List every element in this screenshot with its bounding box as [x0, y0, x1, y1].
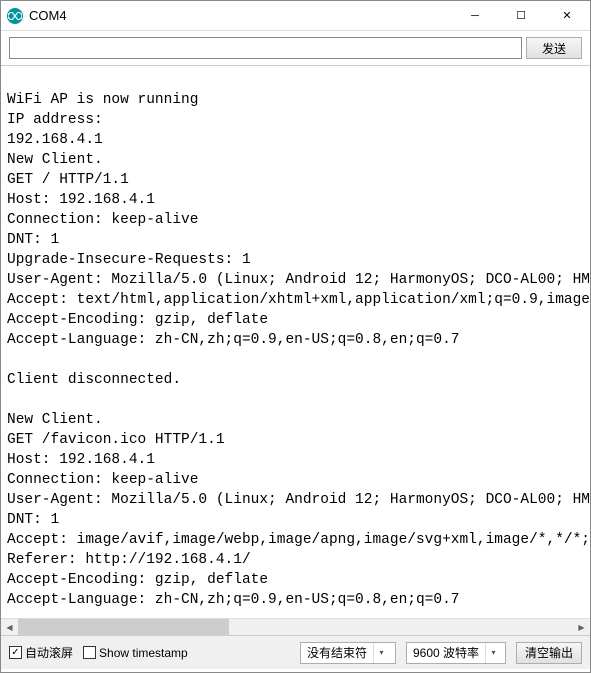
serial-input[interactable] — [9, 37, 522, 59]
close-button[interactable]: ✕ — [544, 1, 590, 30]
checkbox-icon — [83, 646, 96, 659]
baud-rate-value: 9600 波特率 — [413, 644, 479, 661]
arduino-app-icon — [7, 8, 23, 24]
baud-rate-select[interactable]: 9600 波特率 ▾ — [406, 642, 506, 664]
line-ending-select[interactable]: 没有结束符 ▾ — [300, 642, 396, 664]
send-bar: 发送 — [1, 31, 590, 66]
send-button[interactable]: 发送 — [526, 37, 582, 59]
console-text: WiFi AP is now running IP address: 192.1… — [7, 70, 590, 618]
chevron-down-icon: ▾ — [373, 643, 389, 663]
titlebar: COM4 ─ ☐ ✕ — [1, 1, 590, 31]
line-ending-value: 没有结束符 — [307, 644, 367, 661]
checkbox-icon — [9, 646, 22, 659]
clear-output-button[interactable]: 清空输出 — [516, 642, 582, 664]
maximize-button[interactable]: ☐ — [498, 1, 544, 30]
window-controls: ─ ☐ ✕ — [452, 1, 590, 30]
timestamp-label: Show timestamp — [99, 646, 188, 660]
scroll-right-icon[interactable]: ▶ — [573, 619, 590, 635]
scroll-left-icon[interactable]: ◀ — [1, 619, 18, 635]
horizontal-scrollbar[interactable]: ◀ ▶ — [1, 618, 590, 635]
timestamp-checkbox[interactable]: Show timestamp — [83, 646, 188, 660]
chevron-down-icon: ▾ — [485, 643, 501, 663]
status-bar: 自动滚屏 Show timestamp 没有结束符 ▾ 9600 波特率 ▾ 清… — [1, 635, 590, 669]
window-title: COM4 — [29, 8, 452, 23]
autoscroll-checkbox[interactable]: 自动滚屏 — [9, 644, 73, 661]
minimize-button[interactable]: ─ — [452, 1, 498, 30]
scrollbar-track[interactable] — [18, 619, 573, 635]
scrollbar-thumb[interactable] — [18, 619, 229, 635]
serial-console[interactable]: WiFi AP is now running IP address: 192.1… — [1, 66, 590, 618]
autoscroll-label: 自动滚屏 — [25, 644, 73, 661]
